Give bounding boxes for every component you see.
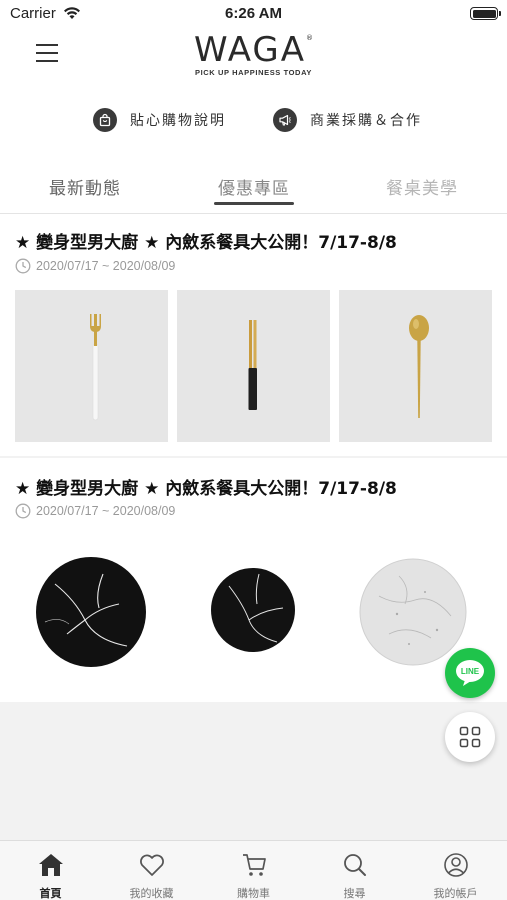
quick-links: 貼心購物說明 商業採購＆合作 bbox=[0, 106, 507, 134]
shopping-guide-label: 貼心購物說明 bbox=[130, 113, 226, 129]
shopping-bag-icon bbox=[93, 108, 117, 132]
promo-date-row: 2020/07/17 ~ 2020/08/09 bbox=[15, 258, 175, 274]
product-image-black-marble-plate-small[interactable] bbox=[177, 534, 330, 686]
nav-favorites-label: 我的收藏 bbox=[129, 887, 174, 900]
promo-card[interactable]: ★ 變身型男大廚 ★ 內斂系餐具大公開！7/17-8/8 2020/07/17 … bbox=[0, 458, 507, 702]
nav-cart[interactable]: 購物車 bbox=[203, 841, 304, 900]
logo-wordmark: WAGA bbox=[193, 30, 307, 70]
grid-menu-button[interactable] bbox=[445, 712, 495, 762]
promo-date: 2020/07/17 ~ 2020/08/09 bbox=[36, 259, 176, 273]
tab-table-aesthetics[interactable]: 餐桌美學 bbox=[357, 174, 487, 199]
promo-card[interactable]: ★ 變身型男大廚 ★ 內斂系餐具大公開！7/17-8/8 2020/07/17 … bbox=[0, 214, 507, 456]
line-chat-button[interactable]: LINE bbox=[445, 648, 495, 698]
clock: 6:26 AM bbox=[225, 5, 282, 22]
clock-icon bbox=[15, 503, 31, 519]
product-image-black-marble-plate[interactable] bbox=[15, 534, 168, 686]
promo-title: ★ 變身型男大廚 ★ 內斂系餐具大公開！7/17-8/8 bbox=[15, 233, 397, 253]
promo-date-row: 2020/07/17 ~ 2020/08/09 bbox=[15, 503, 175, 519]
nav-account[interactable]: 我的帳戶 bbox=[405, 841, 506, 900]
business-purchase-link[interactable]: 商業採購＆合作 bbox=[273, 106, 422, 134]
business-purchase-label: 商業採購＆合作 bbox=[310, 113, 422, 129]
nav-favorites[interactable]: 我的收藏 bbox=[101, 841, 202, 900]
shopping-guide-link[interactable]: 貼心購物說明 bbox=[93, 106, 226, 134]
product-image-fork[interactable] bbox=[15, 290, 168, 442]
nav-search-label: 搜尋 bbox=[343, 887, 366, 900]
status-bar: Carrier 6:26 AM bbox=[0, 0, 507, 28]
promo-title: ★ 變身型男大廚 ★ 內斂系餐具大公開！7/17-8/8 bbox=[15, 479, 397, 499]
active-tab-indicator bbox=[214, 202, 294, 205]
line-icon: LINE bbox=[456, 660, 484, 686]
clock-icon bbox=[15, 258, 31, 274]
category-tabs: 最新動態 優惠專區 餐桌美學 bbox=[0, 168, 507, 214]
nav-home[interactable]: 首頁 bbox=[0, 841, 101, 900]
home-icon bbox=[36, 851, 66, 879]
line-icon-text: LINE bbox=[461, 667, 480, 676]
registered-mark: ® bbox=[306, 34, 314, 42]
cart-icon bbox=[239, 851, 269, 879]
megaphone-icon bbox=[273, 108, 297, 132]
bottom-nav: 首頁 我的收藏 購物車 搜尋 我的帳戶 bbox=[0, 840, 507, 900]
heart-icon bbox=[137, 851, 167, 879]
waga-logo[interactable]: WAGA® PICK UP HAPPINESS TODAY bbox=[0, 30, 507, 77]
nav-search[interactable]: 搜尋 bbox=[304, 841, 405, 900]
app-header: WAGA® PICK UP HAPPINESS TODAY 貼心購物說明 商業採… bbox=[0, 28, 507, 214]
product-image-chopsticks[interactable] bbox=[177, 290, 330, 442]
tab-promotions[interactable]: 優惠專區 bbox=[189, 174, 319, 199]
promo-date: 2020/07/17 ~ 2020/08/09 bbox=[36, 504, 176, 518]
nav-home-label: 首頁 bbox=[39, 887, 62, 900]
nav-account-label: 我的帳戶 bbox=[433, 887, 478, 900]
nav-cart-label: 購物車 bbox=[237, 887, 270, 900]
search-icon bbox=[340, 851, 370, 879]
logo-tagline: PICK UP HAPPINESS TODAY bbox=[194, 68, 313, 77]
account-icon bbox=[441, 851, 471, 879]
battery-icon bbox=[470, 7, 501, 20]
tab-latest-news[interactable]: 最新動態 bbox=[20, 174, 150, 199]
product-image-spoon[interactable] bbox=[339, 290, 492, 442]
grid-menu-icon bbox=[459, 726, 481, 748]
